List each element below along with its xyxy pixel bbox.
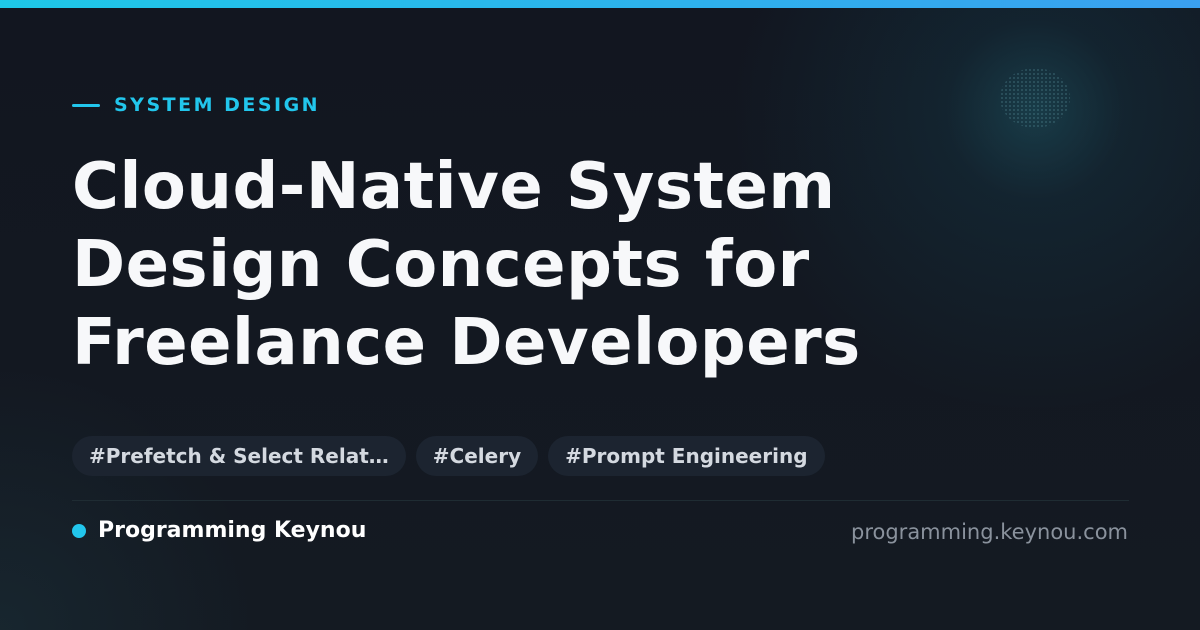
- divider: [72, 500, 1129, 501]
- brand[interactable]: Programming Keynou: [72, 518, 366, 543]
- decorative-dot-pattern: [1000, 68, 1070, 128]
- title-line: Design Concepts for: [72, 228, 810, 302]
- accent-top-bar: [0, 0, 1200, 8]
- category-eyebrow: SYSTEM DESIGN: [72, 94, 320, 116]
- tag-pill[interactable]: #Prefetch & Select Relat…: [72, 436, 406, 476]
- title-line: Freelance Developers: [72, 306, 861, 380]
- tag-pill[interactable]: #Prompt Engineering: [548, 436, 825, 476]
- dot-icon: [72, 523, 86, 538]
- article-title: Cloud-Native System Design Concepts for …: [72, 148, 1072, 382]
- brand-name: Programming Keynou: [98, 518, 367, 543]
- category-label: SYSTEM DESIGN: [114, 94, 321, 116]
- site-url[interactable]: programming.keynou.com: [851, 520, 1128, 544]
- tag-list: #Prefetch & Select Relat… #Celery #Promp…: [72, 436, 825, 476]
- social-card: SYSTEM DESIGN Cloud-Native System Design…: [0, 0, 1200, 630]
- dash-icon: [72, 103, 100, 107]
- tag-pill[interactable]: #Celery: [415, 436, 539, 476]
- title-line: Cloud-Native System: [72, 150, 836, 224]
